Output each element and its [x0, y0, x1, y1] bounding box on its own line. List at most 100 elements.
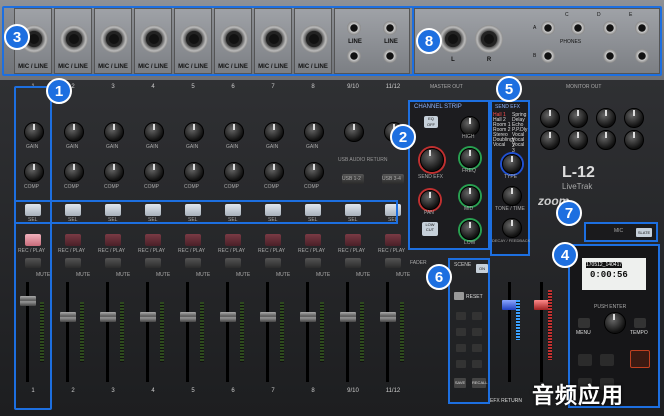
- channel-strip-9: 9/10 USB 1-2 SEL REC / PLAY MUTE 9/10: [334, 84, 372, 406]
- usb-return-knob-9[interactable]: [344, 122, 364, 142]
- mute-button-5[interactable]: [185, 258, 201, 268]
- eq-high-knob[interactable]: [460, 116, 480, 136]
- channel-number-top-5: 5: [191, 84, 195, 90]
- efx-return-meter: [516, 300, 520, 340]
- push-enter-dial[interactable]: [604, 312, 626, 334]
- menu-button[interactable]: [578, 318, 590, 328]
- monitor-knob-g[interactable]: [624, 130, 644, 150]
- mute-button-7[interactable]: [265, 258, 281, 268]
- channel-fader-9[interactable]: [340, 312, 356, 322]
- channel-fader-4[interactable]: [140, 312, 156, 322]
- gain-knob-8[interactable]: [304, 122, 324, 142]
- channel-fader-3[interactable]: [100, 312, 116, 322]
- monitor-knob-b[interactable]: [596, 108, 616, 128]
- stop-button[interactable]: [578, 354, 592, 366]
- rec-play-button-7[interactable]: [265, 234, 281, 246]
- monitor-knob-c[interactable]: [624, 108, 644, 128]
- gain-label-3: GAIN: [106, 144, 119, 150]
- channel-fader-7[interactable]: [260, 312, 276, 322]
- master-knob-a[interactable]: [540, 108, 560, 128]
- gain-knob-4[interactable]: [144, 122, 164, 142]
- comp-knob-2[interactable]: [64, 162, 84, 182]
- mute-button-4[interactable]: [145, 258, 161, 268]
- play-button[interactable]: [600, 354, 614, 366]
- efx-tone-time-label: TONE / TIME: [495, 206, 525, 212]
- comp-knob-4[interactable]: [144, 162, 164, 182]
- mute-button-8[interactable]: [305, 258, 321, 268]
- channel-number-bottom-2: 2: [71, 388, 75, 394]
- rec-play-button-3[interactable]: [105, 234, 121, 246]
- rec-play-button-4[interactable]: [145, 234, 161, 246]
- channel-fader-10[interactable]: [380, 312, 396, 322]
- mute-label-9: MUTE: [356, 272, 371, 278]
- gain-knob-2[interactable]: [64, 122, 84, 142]
- rec-play-button-10[interactable]: [385, 234, 401, 246]
- mute-button-9[interactable]: [345, 258, 361, 268]
- scene-button-1[interactable]: [456, 312, 466, 320]
- channel-fader-2[interactable]: [60, 312, 76, 322]
- rec-play-button-2[interactable]: [65, 234, 81, 246]
- comp-knob-6[interactable]: [224, 162, 244, 182]
- scene-button-7[interactable]: [456, 360, 466, 368]
- channel-strip-2: 2 GAIN COMP SEL REC / PLAY MUTE 2: [54, 84, 92, 406]
- channel-fader-5[interactable]: [180, 312, 196, 322]
- gain-label-6: GAIN: [226, 144, 239, 150]
- record-button[interactable]: [630, 350, 650, 368]
- scene-button-3[interactable]: [456, 328, 466, 336]
- comp-knob-8[interactable]: [304, 162, 324, 182]
- comp-knob-5[interactable]: [184, 162, 204, 182]
- mute-label-5: MUTE: [196, 272, 211, 278]
- master-meter: [548, 290, 552, 360]
- gain-knob-5[interactable]: [184, 122, 204, 142]
- rec-play-label-2: REC / PLAY: [58, 248, 86, 254]
- mute-button-3[interactable]: [105, 258, 121, 268]
- rec-play-button-6[interactable]: [225, 234, 241, 246]
- monitor-knob-a[interactable]: [568, 108, 588, 128]
- mute-button-2[interactable]: [65, 258, 81, 268]
- mute-button-6[interactable]: [225, 258, 241, 268]
- eq-freq-knob[interactable]: [460, 148, 480, 168]
- gain-knob-6[interactable]: [224, 122, 244, 142]
- low-cut-button[interactable]: LOW CUT: [422, 222, 438, 236]
- monitor-knob-e[interactable]: [568, 130, 588, 150]
- efx-tone-time-knob[interactable]: [502, 186, 522, 206]
- gain-knob-3[interactable]: [104, 122, 124, 142]
- lcd-time: 0:00:56: [590, 270, 628, 280]
- rec-play-button-5[interactable]: [185, 234, 201, 246]
- channel-fader-8[interactable]: [300, 312, 316, 322]
- comp-knob-7[interactable]: [264, 162, 284, 182]
- send-efx-knob[interactable]: [420, 148, 444, 172]
- rec-play-button-9[interactable]: [345, 234, 361, 246]
- eq-low-knob[interactable]: [460, 220, 480, 240]
- slate-button[interactable]: SLATE: [636, 228, 652, 237]
- eq-off-button[interactable]: EQ OFF: [424, 116, 438, 128]
- save-button[interactable]: SAVE: [454, 378, 466, 388]
- monitor-knob-d[interactable]: [540, 130, 560, 150]
- efx-type-item: Vocal 3: [512, 142, 525, 154]
- fader-slot-9: [346, 282, 349, 382]
- scene-button-5[interactable]: [456, 344, 466, 352]
- pan-knob[interactable]: [420, 190, 440, 210]
- recall-button[interactable]: RECALL: [472, 378, 488, 388]
- scene-button-6[interactable]: [472, 344, 482, 352]
- reset-button[interactable]: [454, 292, 464, 300]
- scene-button-4[interactable]: [472, 328, 482, 336]
- mute-button-10[interactable]: [385, 258, 401, 268]
- scene-button-8[interactable]: [472, 360, 482, 368]
- comp-knob-3[interactable]: [104, 162, 124, 182]
- monitor-knob-f[interactable]: [596, 130, 616, 150]
- efx-type-knob[interactable]: [502, 154, 522, 174]
- tempo-button[interactable]: [634, 318, 646, 328]
- rec-play-label-4: REC / PLAY: [138, 248, 166, 254]
- rec-play-button-8[interactable]: [305, 234, 321, 246]
- channel-number-top-3: 3: [111, 84, 115, 90]
- efx-decay-knob[interactable]: [502, 218, 522, 238]
- channel-number-top-4: 4: [151, 84, 155, 90]
- gain-knob-7[interactable]: [264, 122, 284, 142]
- eq-mid-knob[interactable]: [460, 186, 480, 206]
- fader-slot-5: [186, 282, 189, 382]
- channel-fader-6[interactable]: [220, 312, 236, 322]
- channel-number-top-6: 6: [231, 84, 235, 90]
- scene-button-2[interactable]: [472, 312, 482, 320]
- scene-on-button[interactable]: ON: [476, 264, 488, 273]
